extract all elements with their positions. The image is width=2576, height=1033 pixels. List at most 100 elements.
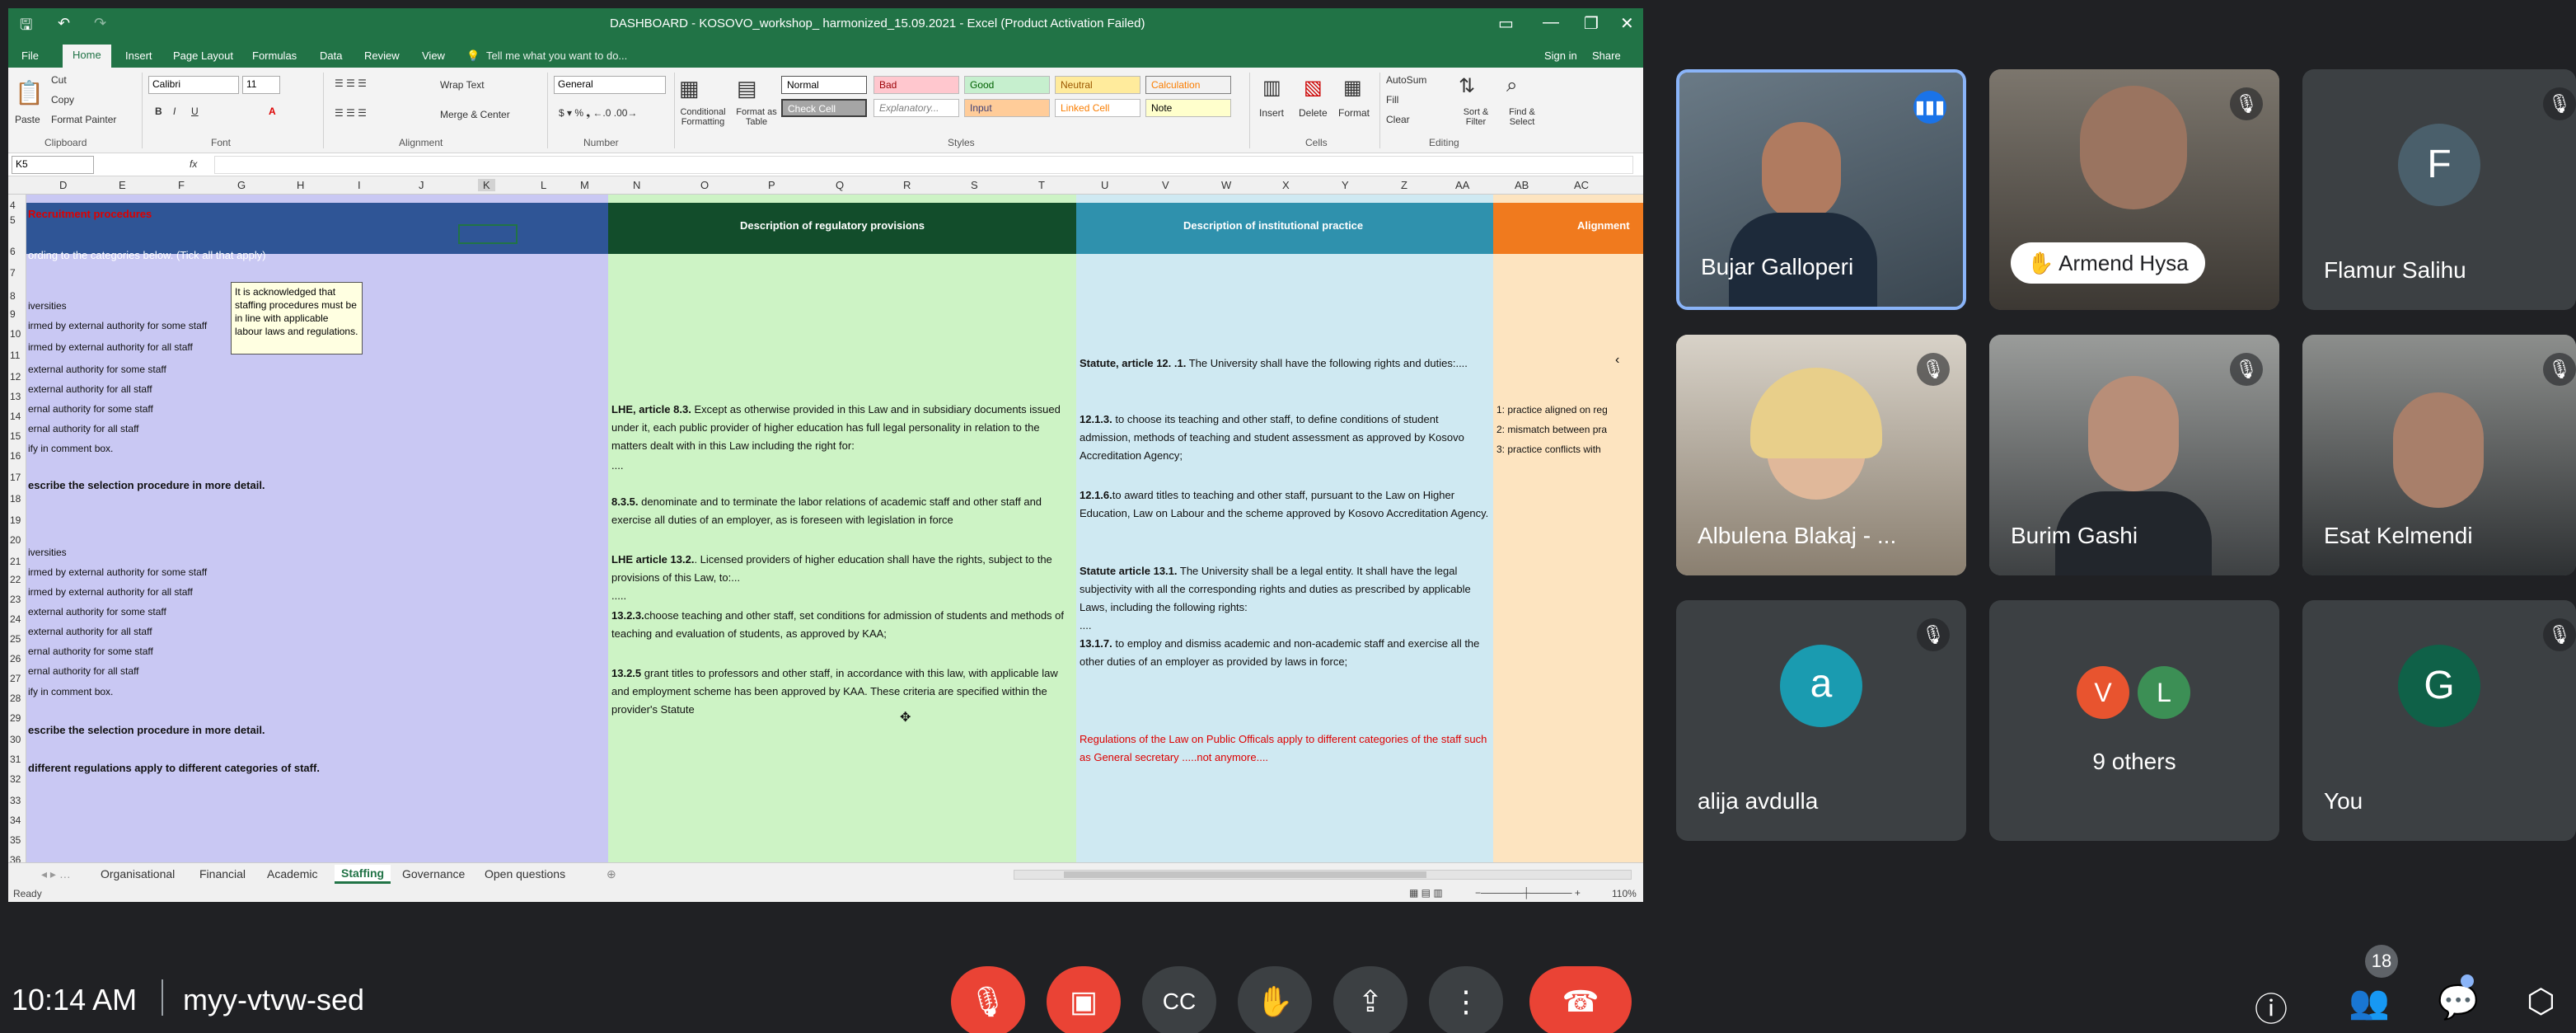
font-name-select[interactable]: Calibri xyxy=(148,76,239,94)
row-header[interactable]: 9 xyxy=(10,308,16,320)
scrollbar-thumb[interactable] xyxy=(1064,871,1426,878)
autosum-button[interactable]: AutoSum xyxy=(1386,74,1426,86)
row-header[interactable]: 30 xyxy=(10,734,21,745)
row-header[interactable]: 35 xyxy=(10,834,21,846)
sheet-tab-staffing[interactable]: Staffing xyxy=(335,865,391,884)
insert-cells-button[interactable]: Insert xyxy=(1259,107,1284,119)
merge-center-button[interactable]: Merge & Center xyxy=(440,109,510,120)
name-box[interactable]: K5 xyxy=(12,156,94,174)
bold-icon[interactable]: B xyxy=(155,106,162,117)
row-header[interactable]: 31 xyxy=(10,754,21,765)
wrap-text-button[interactable]: Wrap Text xyxy=(440,79,485,91)
row-header[interactable]: 15 xyxy=(10,430,21,442)
align-row2-icon[interactable]: ☰ ☰ ☰ xyxy=(335,107,367,119)
mic-off-button[interactable]: 🎙 xyxy=(951,966,1025,1033)
format-painter-button[interactable]: Format Painter xyxy=(51,114,116,125)
participant-tile[interactable]: 🎙 Albulena Blakaj - ... xyxy=(1676,335,1966,575)
col-header[interactable]: Q xyxy=(836,179,844,191)
style-calculation[interactable]: Calculation xyxy=(1145,76,1231,94)
formula-input[interactable] xyxy=(214,156,1633,174)
tab-view[interactable]: View xyxy=(422,49,445,62)
row-header[interactable]: 13 xyxy=(10,391,21,402)
italic-icon[interactable]: I xyxy=(173,106,176,117)
chevron-left-icon[interactable]: ‹ xyxy=(1615,353,1619,368)
people-icon[interactable]: 👥 xyxy=(2349,983,2390,1021)
row-header[interactable]: 21 xyxy=(10,556,21,567)
conditional-formatting-button[interactable]: Conditional Formatting xyxy=(674,107,732,127)
sheet-tab-organisational[interactable]: Organisational xyxy=(101,867,175,880)
tab-formulas[interactable]: Formulas xyxy=(252,49,297,62)
insert-cells-icon[interactable]: ▥ xyxy=(1262,76,1281,100)
activities-icon[interactable]: ⬡ xyxy=(2527,983,2555,1021)
clear-button[interactable]: Clear xyxy=(1386,114,1410,125)
captions-button[interactable]: CC xyxy=(1142,966,1216,1033)
sheet-tab-open-questions[interactable]: Open questions xyxy=(485,867,565,880)
sheet-nav-icon[interactable]: ◂ ▸ … xyxy=(41,867,71,881)
participant-tile-self[interactable]: G 🎙 You xyxy=(2302,600,2576,841)
row-header[interactable]: 16 xyxy=(10,450,21,462)
col-header[interactable]: Z xyxy=(1401,179,1407,191)
col-header[interactable]: AC xyxy=(1574,179,1589,191)
underline-icon[interactable]: U xyxy=(191,106,199,117)
row-header[interactable]: 11 xyxy=(10,350,20,361)
chat-icon[interactable]: 💬 xyxy=(2438,983,2479,1021)
participant-tile[interactable]: 🎙 ✋ Armend Hysa xyxy=(1989,69,2279,310)
format-as-table-button[interactable]: Format as Table xyxy=(733,107,780,127)
col-header[interactable]: X xyxy=(1282,179,1290,191)
participant-tile[interactable]: F 🎙 Flamur Salihu xyxy=(2302,69,2576,310)
restore-icon[interactable]: ❐ xyxy=(1584,13,1599,34)
find-icon[interactable]: ⌕ xyxy=(1506,74,1517,97)
col-header[interactable]: W xyxy=(1221,179,1231,191)
col-header[interactable]: J xyxy=(419,179,424,191)
col-header[interactable]: AB xyxy=(1515,179,1529,191)
row-header[interactable]: 24 xyxy=(10,613,21,625)
participant-tile[interactable]: ▮▮▮ Bujar Galloperi xyxy=(1676,69,1966,310)
style-note[interactable]: Note xyxy=(1145,99,1231,117)
row-header[interactable]: 23 xyxy=(10,594,21,605)
align-icon[interactable]: ☰ ☰ ☰ xyxy=(335,77,367,89)
col-header-selected[interactable]: K xyxy=(478,179,495,191)
col-header[interactable]: F xyxy=(178,179,185,191)
col-header[interactable]: O xyxy=(700,179,709,191)
font-color-icon[interactable]: A xyxy=(269,106,276,117)
row-header[interactable]: 4 xyxy=(10,200,16,211)
number-format-icons[interactable]: $ ▾ % ❟ ←.0 .00→ xyxy=(559,107,637,120)
style-bad[interactable]: Bad xyxy=(873,76,959,94)
sheet-tab-academic[interactable]: Academic xyxy=(267,867,317,880)
selected-cell-k5[interactable] xyxy=(458,224,518,244)
raise-hand-button[interactable]: ✋ xyxy=(1238,966,1312,1033)
col-header[interactable]: L xyxy=(541,179,546,191)
col-header[interactable]: U xyxy=(1101,179,1108,191)
row-header[interactable]: 34 xyxy=(10,815,21,826)
sort-filter-button[interactable]: Sort & Filter xyxy=(1454,107,1498,127)
col-header[interactable]: E xyxy=(119,179,126,191)
participant-tile-others[interactable]: V L 9 others xyxy=(1989,600,2279,841)
info-icon[interactable]: ⓘ xyxy=(2255,983,2288,1031)
col-header[interactable]: V xyxy=(1162,179,1169,191)
row-header[interactable]: 28 xyxy=(10,693,21,704)
present-button[interactable]: ⇪ xyxy=(1333,966,1407,1033)
more-options-button[interactable]: ⋮ xyxy=(1429,966,1503,1033)
add-sheet-icon[interactable]: ⊕ xyxy=(607,867,616,881)
row-header[interactable]: 7 xyxy=(10,267,16,279)
row-header[interactable]: 25 xyxy=(10,633,21,645)
font-size-select[interactable]: 11 xyxy=(242,76,280,94)
row-header[interactable]: 20 xyxy=(10,534,21,546)
share-button[interactable]: Share xyxy=(1592,49,1621,62)
col-header[interactable]: G xyxy=(237,179,246,191)
paste-button[interactable]: Paste xyxy=(15,114,40,125)
save-icon[interactable]: 🖫 xyxy=(20,15,32,40)
tab-data[interactable]: Data xyxy=(320,49,342,62)
col-header[interactable]: T xyxy=(1038,179,1045,191)
redo-icon[interactable]: ↷ xyxy=(94,15,106,32)
fill-button[interactable]: Fill xyxy=(1386,94,1398,106)
participant-tile[interactable]: a 🎙 alija avdulla xyxy=(1676,600,1966,841)
tab-home[interactable]: Home xyxy=(63,45,111,68)
sign-in-link[interactable]: Sign in xyxy=(1544,49,1577,62)
style-normal[interactable]: Normal xyxy=(781,76,867,94)
col-header[interactable]: S xyxy=(971,179,978,191)
cut-button[interactable]: Cut xyxy=(51,74,67,86)
row-header[interactable]: 12 xyxy=(10,371,21,383)
copy-button[interactable]: Copy xyxy=(51,94,74,106)
tell-me-box[interactable]: Tell me what you want to do... xyxy=(486,49,627,62)
